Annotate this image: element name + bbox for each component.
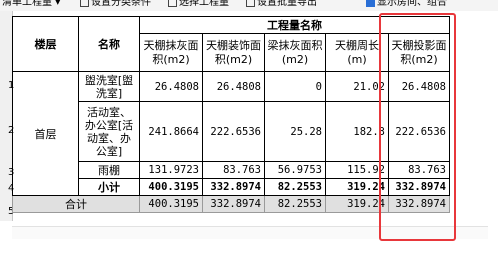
select-icon [168,0,177,7]
name-cell[interactable]: 雨棚 [78,161,140,179]
value-cell[interactable]: 56.9753 [264,161,326,179]
header-beam-plaster-area[interactable]: 梁抹灰面积(m2) [264,33,326,72]
name-cell[interactable]: 活动室、办公室[活动室、办公室] [78,101,140,162]
value-cell[interactable]: 131.9723 [139,161,203,179]
checkbox-checked-icon [366,0,375,7]
value-cell[interactable]: 400.3195 [139,195,203,213]
value-cell[interactable]: 82.2553 [264,178,326,196]
select-quantity-button[interactable]: 选择工程量 [168,0,229,8]
chevron-down-icon: ▾ [55,0,61,8]
floor-cell[interactable]: 首层 [12,71,79,196]
value-cell[interactable]: 26.4808 [139,71,203,102]
show-room-combination-checkbox[interactable]: 显示房间、组合 [366,0,447,8]
value-cell[interactable]: 222.6536 [202,101,265,162]
header-floor: 楼层 [12,16,79,72]
total-label[interactable]: 合计 [12,195,140,213]
value-cell[interactable]: 241.8664 [139,101,203,162]
quantity-type-dropdown[interactable]: 清单工程量 ▾ [2,0,60,8]
value-cell[interactable]: 82.2553 [264,195,326,213]
value-cell[interactable]: 0 [264,71,326,102]
settings-icon [80,0,89,7]
toolbar: 清单工程量 ▾ 设置分类条件 选择工程量 设置批量导出 显示房间、组合 [0,0,498,11]
set-batch-export-button[interactable]: 设置批量导出 [246,0,317,8]
header-ceiling-plaster-area[interactable]: 天棚抹灰面积(m2) [139,33,203,72]
name-cell[interactable]: 盥洗室[盥洗室] [78,71,140,102]
value-cell[interactable]: 25.28 [264,101,326,162]
export-icon [246,0,255,7]
header-ceiling-decor-area[interactable]: 天棚装饰面积(m2) [202,33,265,72]
value-cell[interactable]: 83.763 [202,161,265,179]
value-cell[interactable]: 400.3195 [139,178,203,196]
highlight-box [379,13,456,241]
set-category-conditions-button[interactable]: 设置分类条件 [80,0,151,8]
header-name: 名称 [78,16,140,72]
value-cell[interactable]: 332.8974 [202,195,265,213]
name-cell[interactable]: 小计 [78,178,140,196]
value-cell[interactable]: 26.4808 [202,71,265,102]
value-cell[interactable]: 332.8974 [202,178,265,196]
